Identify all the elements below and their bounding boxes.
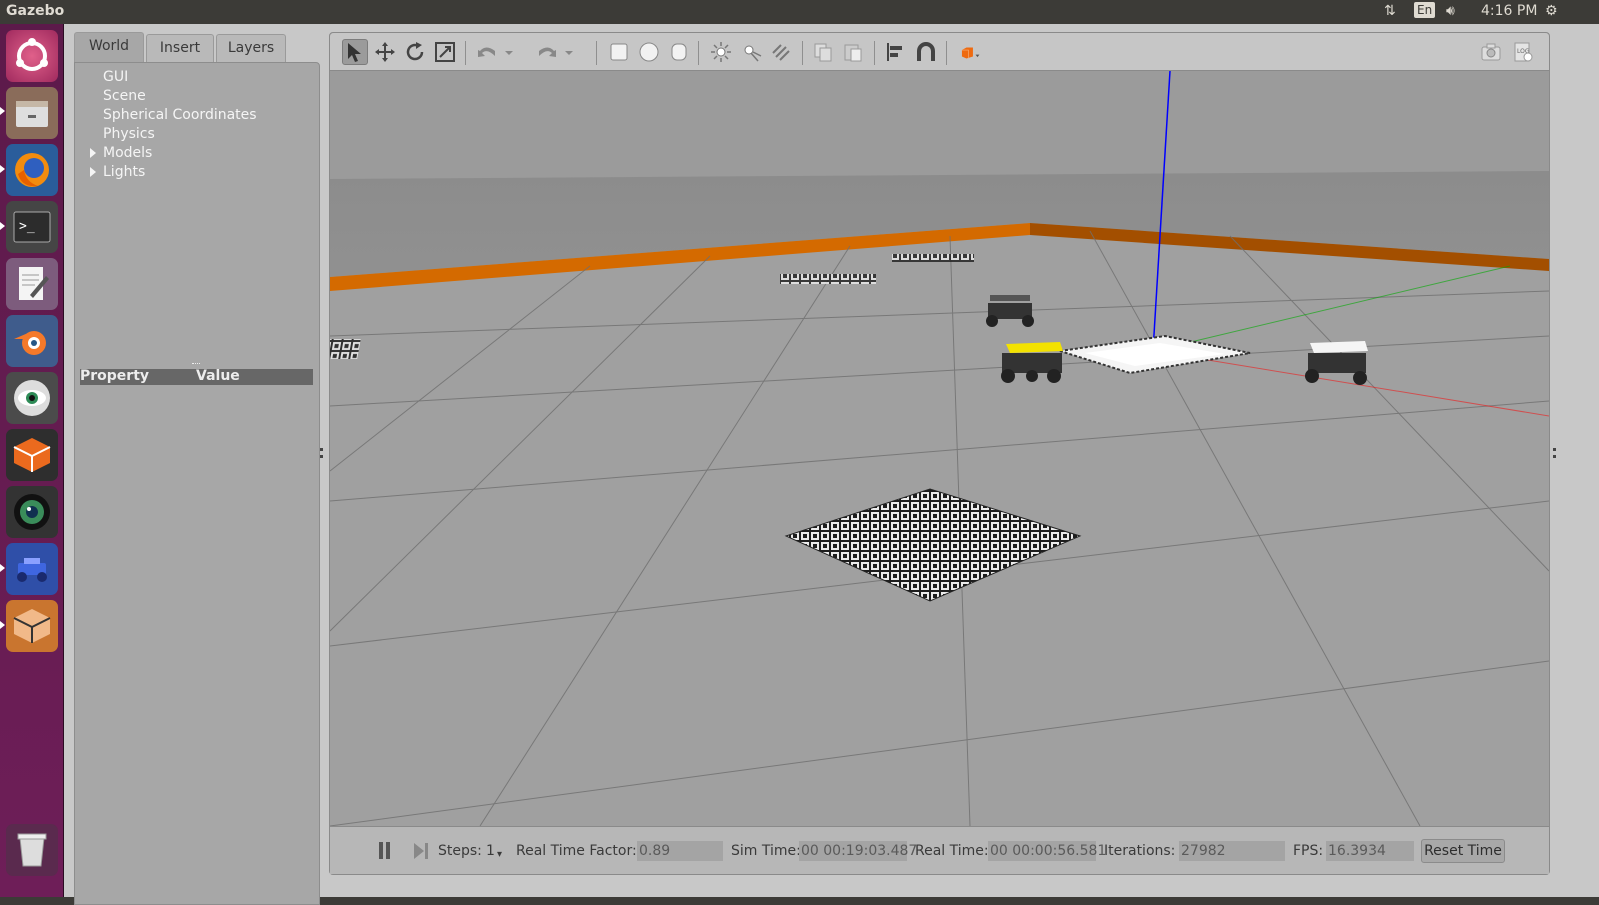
toolbar-separator [465, 41, 466, 65]
right-splitter-grip[interactable] [1553, 448, 1556, 458]
select-tool-icon[interactable] [342, 39, 368, 65]
property-column-header[interactable]: Property [80, 368, 149, 384]
left-splitter-grip[interactable] [320, 448, 323, 458]
running-indicator [0, 564, 5, 572]
undo-dropdown-icon[interactable] [502, 39, 516, 65]
align-icon[interactable] [883, 39, 909, 65]
tab-layers[interactable]: Layers [216, 34, 286, 62]
sim-time-value: 00 00:19:03.487 [799, 841, 918, 861]
snap-icon[interactable] [913, 39, 939, 65]
text-editor-icon[interactable] [6, 258, 58, 310]
iterations-value: 27982 [1179, 841, 1285, 861]
translate-tool-icon[interactable] [372, 39, 398, 65]
view-angle-icon[interactable] [954, 39, 988, 65]
steps-dropdown-icon[interactable]: ▾ [497, 846, 502, 864]
screenshot-camera-icon[interactable] [1478, 39, 1504, 65]
toolbar-separator [698, 41, 699, 65]
toolbar-separator [946, 41, 947, 65]
rover-app-icon[interactable] [6, 543, 58, 595]
gazebo-window: World Insert Layers GUI Scene Spherical … [64, 24, 1599, 905]
sketchup-icon[interactable] [6, 429, 58, 481]
rotate-tool-icon[interactable] [402, 39, 428, 65]
world-tree-panel: GUI Scene Spherical Coordinates Physics … [74, 62, 320, 905]
sim-time-label: Sim Time: [731, 843, 801, 859]
real-time-factor-value: 0.89 [637, 841, 723, 861]
tree-item-gui[interactable]: GUI [103, 68, 128, 87]
launcher: >_ [0, 24, 64, 897]
cylinder-shape-icon[interactable] [666, 39, 692, 65]
undo-icon[interactable] [474, 39, 500, 65]
redo-dropdown-icon[interactable] [562, 39, 576, 65]
camera-app-icon[interactable] [6, 486, 58, 538]
expand-arrow-icon[interactable] [90, 167, 96, 177]
tree-item-physics[interactable]: Physics [103, 125, 155, 144]
pause-icon[interactable] [378, 842, 392, 860]
real-time-value: 00 00:00:56.581 [988, 841, 1107, 861]
firefox-icon[interactable] [6, 144, 58, 196]
tree-item-label: Lights [103, 164, 146, 180]
reset-time-button[interactable]: Reset Time [1421, 839, 1505, 863]
redo-icon[interactable] [534, 39, 560, 65]
left-panel: World Insert Layers GUI Scene Spherical … [74, 32, 320, 905]
eye-app-icon[interactable] [6, 372, 58, 424]
app-title: Gazebo [6, 3, 65, 19]
log-icon[interactable]: LOG [1510, 39, 1536, 65]
blender-icon[interactable] [6, 315, 58, 367]
tree-item-lights[interactable]: Lights [90, 163, 146, 182]
tree-item-label: Models [103, 145, 153, 161]
running-indicator [0, 222, 5, 230]
terminal-icon[interactable]: >_ [6, 201, 58, 253]
volume-icon[interactable]: 🔊︎ [1446, 3, 1455, 19]
running-indicator [0, 165, 5, 173]
sphere-shape-icon[interactable] [636, 39, 662, 65]
running-indicator [0, 621, 5, 629]
status-bar: Steps: 1 ▾ Real Time Factor: 0.89 Sim Ti… [330, 826, 1549, 874]
steps-label: Steps: [438, 843, 482, 859]
tab-world[interactable]: World [74, 32, 144, 62]
tree-item-scene[interactable]: Scene [103, 87, 146, 106]
real-time-factor-label: Real Time Factor: [516, 843, 637, 859]
scene-render [330, 71, 1549, 826]
property-table-header: Property Value [80, 368, 313, 385]
trash-icon[interactable] [6, 824, 58, 876]
files-icon[interactable] [6, 87, 58, 139]
point-light-icon[interactable] [708, 39, 734, 65]
tree-item-spherical-coordinates[interactable]: Spherical Coordinates [103, 106, 257, 125]
box-shape-icon[interactable] [606, 39, 632, 65]
toolbar-separator [802, 41, 803, 65]
tab-insert[interactable]: Insert [146, 34, 214, 62]
steps-value[interactable]: 1 [486, 842, 495, 860]
3d-viewport[interactable] [330, 71, 1549, 826]
scale-tool-icon[interactable] [432, 39, 458, 65]
paste-icon[interactable] [840, 39, 866, 65]
directional-light-icon[interactable] [768, 39, 794, 65]
value-column-header[interactable]: Value [196, 368, 240, 384]
sketchup-2-icon[interactable] [6, 600, 58, 652]
network-icon[interactable]: ⇅ [1384, 3, 1396, 19]
tree-item-models[interactable]: Models [90, 144, 153, 163]
toolbar: LOG [330, 33, 1549, 71]
step-icon[interactable] [414, 842, 430, 860]
real-time-label: Real Time: [915, 843, 989, 859]
system-gear-icon[interactable]: ⚙ [1545, 3, 1558, 19]
running-indicator [0, 107, 5, 115]
toolbar-separator [596, 41, 597, 65]
splitter-handle[interactable] [192, 363, 200, 365]
copy-icon[interactable] [810, 39, 836, 65]
keyboard-layout-indicator[interactable]: En [1414, 2, 1436, 18]
clock[interactable]: 4:16 PM [1481, 3, 1537, 19]
ubuntu-dash-icon[interactable] [6, 30, 58, 82]
fps-label: FPS: [1293, 843, 1324, 859]
system-top-bar: Gazebo ⇅ En 🔊︎ 4:16 PM ⚙ [0, 0, 1599, 24]
iterations-label: Iterations: [1104, 843, 1176, 859]
render-area: LOG Steps: 1 ▾ Real Time Factor: 0.89 Si… [329, 32, 1550, 875]
expand-arrow-icon[interactable] [90, 148, 96, 158]
toolbar-separator [874, 41, 875, 65]
fps-value: 16.3934 [1326, 841, 1414, 861]
selected-robot-3d-model [1001, 342, 1063, 383]
svg-text:>_: >_ [19, 219, 35, 234]
spot-light-icon[interactable] [738, 39, 764, 65]
